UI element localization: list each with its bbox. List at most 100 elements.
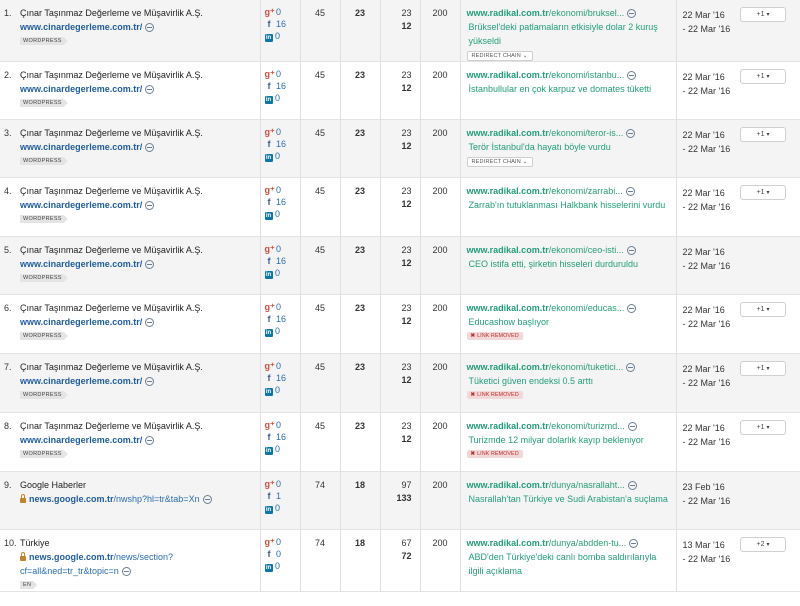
target-domain[interactable]: www.radikal.com.tr — [467, 362, 549, 372]
source-title: Çınar Taşınmaz Değerleme ve Müşavirlik A… — [20, 362, 203, 372]
source-url[interactable]: www.cinardegerleme.com.tr/ — [20, 20, 260, 34]
source-url[interactable]: www.cinardegerleme.com.tr/ — [20, 374, 260, 388]
plus-one-dropdown[interactable]: +1 ▾ — [740, 7, 786, 22]
gplus-count: 0 — [276, 302, 282, 312]
target-url[interactable]: www.radikal.com.tr/ekonomi/educas... — [467, 302, 670, 315]
plus-one-dropdown[interactable]: +2 ▾ — [740, 537, 786, 552]
linkedin-icon: in — [264, 34, 273, 42]
hide-icon[interactable] — [121, 567, 131, 577]
google-plus-icon: g⁺ — [264, 361, 275, 371]
hide-icon[interactable] — [145, 85, 155, 95]
date-cell: 22 Mar '16 - 22 Mar '16 — [676, 236, 740, 295]
hide-icon[interactable] — [627, 481, 637, 491]
target-path[interactable]: /ekonomi/turizmd... — [549, 421, 625, 431]
first-seen: 22 Mar '16 — [682, 364, 725, 374]
target-domain[interactable]: www.radikal.com.tr — [467, 303, 549, 313]
source-url[interactable]: www.cinardegerleme.com.tr/ — [20, 140, 260, 154]
http-code: 200 — [432, 362, 448, 372]
hide-icon[interactable] — [626, 246, 636, 256]
source-domain[interactable]: www.cinardegerleme.com.tr/ — [20, 435, 142, 445]
target-url[interactable]: www.radikal.com.tr/ekonomi/bruksel... — [467, 7, 670, 20]
source-url[interactable]: www.cinardegerleme.com.tr/ — [20, 82, 260, 96]
plus-one-dropdown[interactable]: +1 ▾ — [740, 185, 786, 200]
last-seen: - 22 Mar '16 — [682, 144, 731, 154]
plus-one-dropdown[interactable]: +1 ▾ — [740, 361, 786, 376]
target-path[interactable]: /dunya/nasrallaht... — [549, 480, 625, 490]
hide-icon[interactable] — [145, 318, 155, 328]
target-url[interactable]: www.radikal.com.tr/ekonomi/zarrabi... — [467, 185, 670, 198]
source-path[interactable]: /nwshp?hl=tr&tab=Xn — [114, 494, 200, 504]
hide-icon[interactable] — [626, 129, 636, 139]
source-domain[interactable]: www.cinardegerleme.com.tr/ — [20, 259, 142, 269]
hide-icon[interactable] — [629, 539, 639, 549]
plus-one-dropdown[interactable]: +1 ▾ — [740, 69, 786, 84]
target-domain[interactable]: www.radikal.com.tr — [467, 480, 549, 490]
target-domain[interactable]: www.radikal.com.tr — [467, 8, 549, 18]
source-title: Çınar Taşınmaz Değerleme ve Müşavirlik A… — [20, 128, 203, 138]
http-code: 200 — [432, 303, 448, 313]
source-domain[interactable]: www.cinardegerleme.com.tr/ — [20, 317, 142, 327]
target-path[interactable]: /ekonomi/ceo-isti... — [549, 245, 624, 255]
hide-icon[interactable] — [145, 377, 155, 387]
source-domain[interactable]: www.cinardegerleme.com.tr/ — [20, 376, 142, 386]
hide-icon[interactable] — [627, 71, 637, 81]
source-domain[interactable]: www.cinardegerleme.com.tr/ — [20, 84, 142, 94]
target-path[interactable]: /ekonomi/educas... — [549, 303, 625, 313]
plus-one-dropdown[interactable]: +1 ▾ — [740, 127, 786, 142]
source-domain[interactable]: news.google.com.tr — [29, 552, 114, 562]
hide-icon[interactable] — [145, 436, 155, 446]
row-number-cell: 1. — [0, 0, 20, 62]
plus-one-dropdown[interactable]: +1 ▾ — [740, 302, 786, 317]
source-url[interactable]: www.cinardegerleme.com.tr/ — [20, 433, 260, 447]
target-domain[interactable]: www.radikal.com.tr — [467, 70, 549, 80]
source-url[interactable]: news.google.com.tr/nwshp?hl=tr&tab=Xn — [20, 492, 260, 506]
target-path[interactable]: /ekonomi/tuketici... — [549, 362, 624, 372]
target-url[interactable]: www.radikal.com.tr/ekonomi/tuketici... — [467, 361, 670, 374]
ur-value: 23 — [354, 8, 365, 18]
target-url[interactable]: www.radikal.com.tr/ekonomi/teror-is... — [467, 127, 670, 140]
source-url[interactable]: www.cinardegerleme.com.tr/ — [20, 257, 260, 271]
target-domain[interactable]: www.radikal.com.tr — [467, 128, 549, 138]
source-domain[interactable]: www.cinardegerleme.com.tr/ — [20, 142, 142, 152]
source-url[interactable]: www.cinardegerleme.com.tr/ — [20, 315, 260, 329]
redirect-chain-button[interactable]: REDIRECT CHAIN ⌄ — [466, 51, 533, 61]
target-path[interactable]: /ekonomi/teror-is... — [549, 128, 624, 138]
source-domain[interactable]: news.google.com.tr — [29, 494, 114, 504]
target-url[interactable]: www.radikal.com.tr/ekonomi/turizmd... — [467, 420, 670, 433]
hide-icon[interactable] — [145, 143, 155, 153]
source-domain[interactable]: www.cinardegerleme.com.tr/ — [20, 200, 142, 210]
x-icon: ✖ — [470, 333, 476, 339]
hide-icon[interactable] — [145, 23, 155, 33]
ext-links: 23 — [401, 303, 412, 313]
hide-icon[interactable] — [145, 201, 155, 211]
hide-icon[interactable] — [625, 187, 635, 197]
source-url[interactable]: www.cinardegerleme.com.tr/ — [20, 198, 260, 212]
ext-links: 23 — [401, 186, 412, 196]
target-domain[interactable]: www.radikal.com.tr — [467, 538, 549, 548]
target-domain[interactable]: www.radikal.com.tr — [467, 186, 549, 196]
target-path[interactable]: /ekonomi/bruksel... — [549, 8, 625, 18]
target-domain[interactable]: www.radikal.com.tr — [467, 245, 549, 255]
redirect-chain-button[interactable]: REDIRECT CHAIN ⌄ — [466, 157, 533, 167]
target-url[interactable]: www.radikal.com.tr/dunya/nasrallaht... — [467, 479, 670, 492]
target-url[interactable]: www.radikal.com.tr/dunya/abdden-tu... — [467, 537, 670, 550]
target-domain[interactable]: www.radikal.com.tr — [467, 421, 549, 431]
target-path[interactable]: /ekonomi/zarrabi... — [549, 186, 623, 196]
source-url[interactable]: news.google.com.tr/news/section?cf=all&n… — [20, 550, 260, 578]
hide-icon[interactable] — [626, 363, 636, 373]
target-path[interactable]: /dunya/abdden-tu... — [549, 538, 627, 548]
hide-icon[interactable] — [202, 495, 212, 505]
target-url[interactable]: www.radikal.com.tr/ekonomi/ceo-isti... — [467, 244, 670, 257]
hide-icon[interactable] — [145, 260, 155, 270]
linkedin-count: 0 — [275, 326, 281, 336]
target-path[interactable]: /ekonomi/istanbu... — [549, 70, 625, 80]
hide-icon[interactable] — [627, 9, 637, 19]
status-cell: 200 — [420, 353, 461, 413]
dr-value: 45 — [314, 186, 325, 196]
plus-one-dropdown[interactable]: +1 ▾ — [740, 420, 786, 435]
target-url[interactable]: www.radikal.com.tr/ekonomi/istanbu... — [467, 69, 670, 82]
source-domain[interactable]: www.cinardegerleme.com.tr/ — [20, 22, 142, 32]
date-cell: 22 Mar '16 - 22 Mar '16 — [676, 0, 740, 62]
hide-icon[interactable] — [627, 304, 637, 314]
hide-icon[interactable] — [627, 422, 637, 432]
